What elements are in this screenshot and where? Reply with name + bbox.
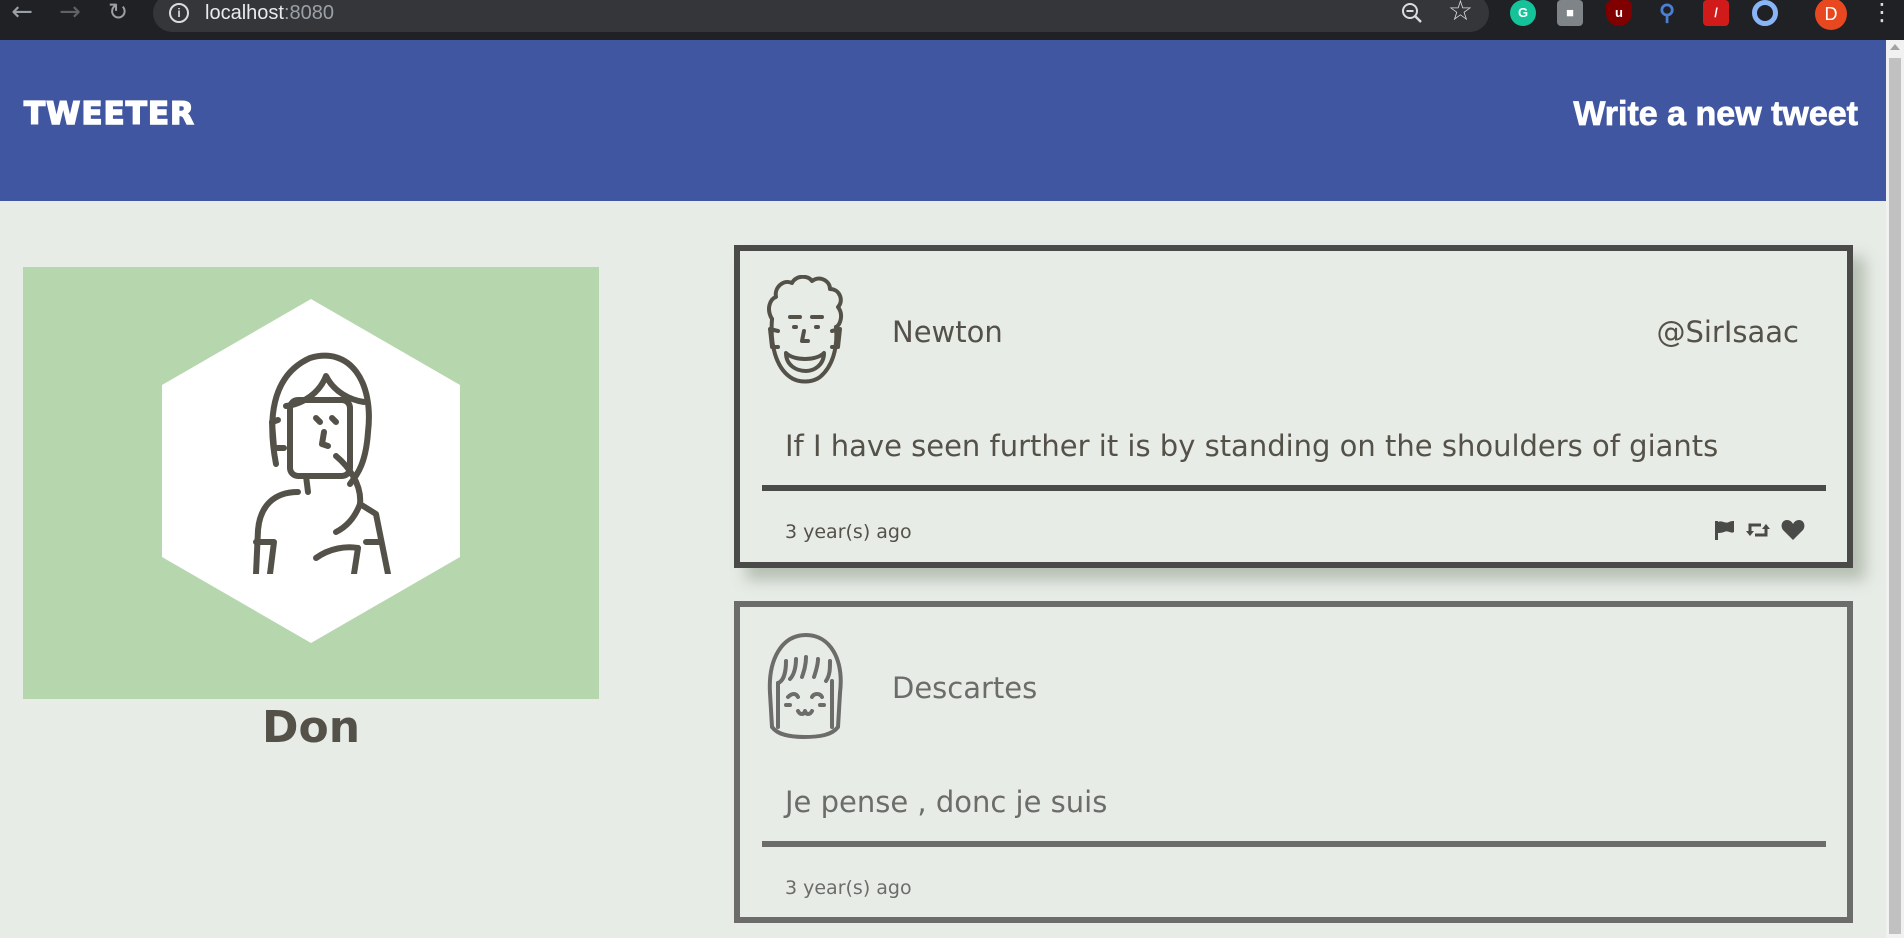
scroll-thumb[interactable] <box>1889 58 1901 934</box>
profile-name: Don <box>261 702 361 753</box>
write-new-tweet-button[interactable]: Write a new tweet <box>1573 94 1858 134</box>
tweet-text: Je pense , donc je suis <box>785 785 1108 819</box>
profile-card <box>23 267 599 699</box>
address-bar[interactable]: i localhost:8080 ☆ <box>153 0 1489 32</box>
tweet-card: Newton @SirIsaac If I have seen further … <box>734 245 1853 568</box>
url-port: :8080 <box>283 2 334 24</box>
tweet-text: If I have seen further it is by standing… <box>785 429 1719 463</box>
tweet-card: Descartes Je pense , donc je suis 3 year… <box>734 601 1853 923</box>
newton-avatar-icon <box>767 275 844 384</box>
tweet-actions <box>1707 519 1805 545</box>
grammarly-icon[interactable]: G <box>1510 0 1536 26</box>
pdf-extension-icon[interactable]: / <box>1703 0 1729 26</box>
profile-avatar[interactable]: D <box>1815 0 1847 30</box>
browser-toolbar: ← → ↻ i localhost:8080 ☆ G ■ u ⚲ / D ⋮ <box>0 0 1904 40</box>
tweet-divider <box>762 485 1826 491</box>
menu-dots-icon[interactable]: ⋮ <box>1870 0 1894 28</box>
retweet-icon[interactable] <box>1745 519 1770 541</box>
url-host: localhost <box>205 2 284 24</box>
brand-logo[interactable]: TWEETER <box>23 94 195 134</box>
page-scrollbar[interactable] <box>1886 40 1904 938</box>
back-arrow-icon[interactable]: ← <box>4 0 40 28</box>
zoom-out-icon[interactable] <box>1401 2 1423 24</box>
ublock-icon[interactable]: u <box>1606 0 1632 26</box>
tweet-timestamp: 3 year(s) ago <box>785 877 912 899</box>
app-header: TWEETER Write a new tweet <box>0 40 1886 201</box>
tweet-author-name: Newton <box>892 315 1003 349</box>
tweet-author-name: Descartes <box>892 671 1038 705</box>
tweet-author-handle: @SirIsaac <box>1656 315 1799 349</box>
heart-icon[interactable] <box>1781 519 1805 541</box>
bookmark-star-icon[interactable]: ☆ <box>1448 0 1473 25</box>
puzzle-extension-icon[interactable]: ■ <box>1557 0 1583 26</box>
user-avatar-icon <box>253 352 391 574</box>
info-icon[interactable]: i <box>169 3 189 23</box>
tweet-timestamp: 3 year(s) ago <box>785 521 912 543</box>
tweet-divider <box>762 841 1826 847</box>
scroll-up-arrow-icon[interactable] <box>1890 44 1900 50</box>
circle-extension-icon[interactable] <box>1752 0 1778 26</box>
descartes-avatar-icon <box>767 633 843 739</box>
flag-icon[interactable] <box>1713 519 1735 541</box>
url-text[interactable]: localhost:8080 <box>205 1 334 25</box>
forward-arrow-icon[interactable]: → <box>52 0 88 28</box>
reload-icon[interactable]: ↻ <box>100 0 136 28</box>
search-extension-icon[interactable]: ⚲ <box>1654 0 1680 26</box>
